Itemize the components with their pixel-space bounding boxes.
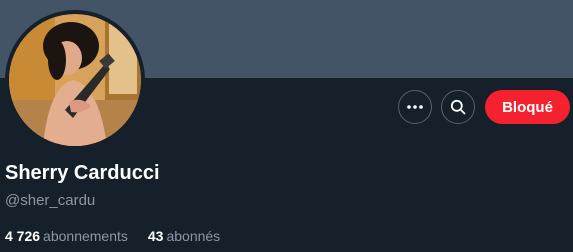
more-horizontal-icon <box>407 105 423 109</box>
blocked-button[interactable]: Bloqué <box>485 90 570 124</box>
following-link[interactable]: 4 726 abonnements <box>5 228 128 244</box>
profile-stats: 4 726 abonnements 43 abonnés <box>5 228 220 244</box>
following-count: 4 726 <box>5 228 41 244</box>
followers-count: 43 <box>147 228 164 244</box>
followers-link[interactable]: 43 abonnés <box>148 228 220 244</box>
more-options-button[interactable] <box>398 90 432 124</box>
search-profile-button[interactable] <box>441 90 475 124</box>
avatar-photo <box>9 14 141 146</box>
profile-handle: @sher_cardu <box>5 192 96 209</box>
following-label: abonnements <box>43 228 128 244</box>
profile-display-name: Sherry Carducci <box>5 162 160 184</box>
followers-label: abonnés <box>166 228 221 244</box>
profile-avatar[interactable] <box>5 10 145 150</box>
blocked-button-label: Bloqué <box>502 98 553 116</box>
search-icon <box>450 99 466 115</box>
